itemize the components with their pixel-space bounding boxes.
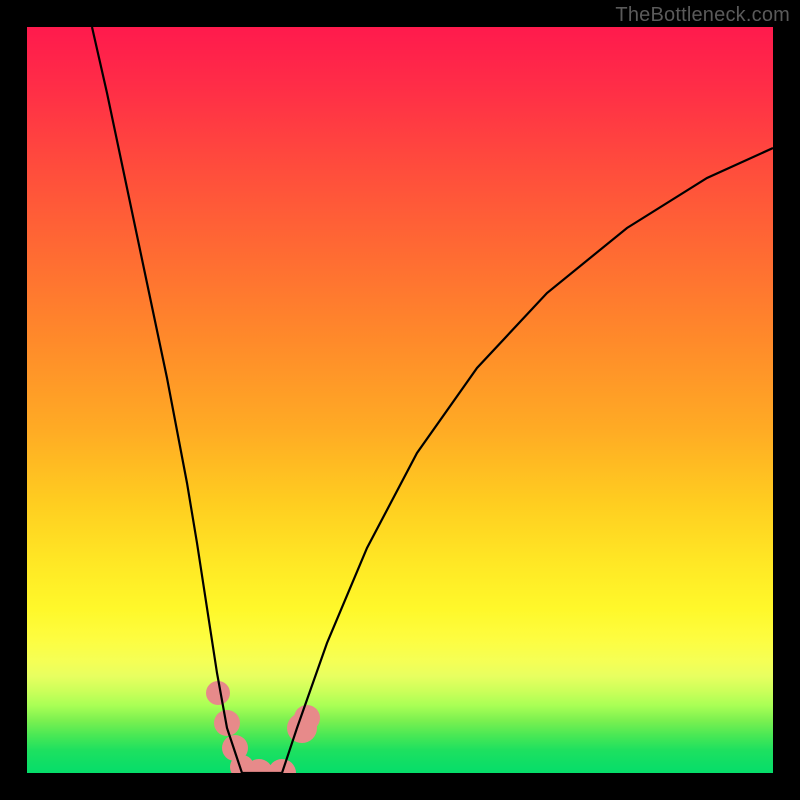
chart-container: TheBottleneck.com xyxy=(0,0,800,800)
curve-layer xyxy=(27,27,773,773)
right-curve xyxy=(282,148,773,773)
left-curve xyxy=(92,27,242,773)
watermark-text: TheBottleneck.com xyxy=(615,4,790,27)
marker-layer xyxy=(206,681,320,773)
plot-area xyxy=(27,27,773,773)
